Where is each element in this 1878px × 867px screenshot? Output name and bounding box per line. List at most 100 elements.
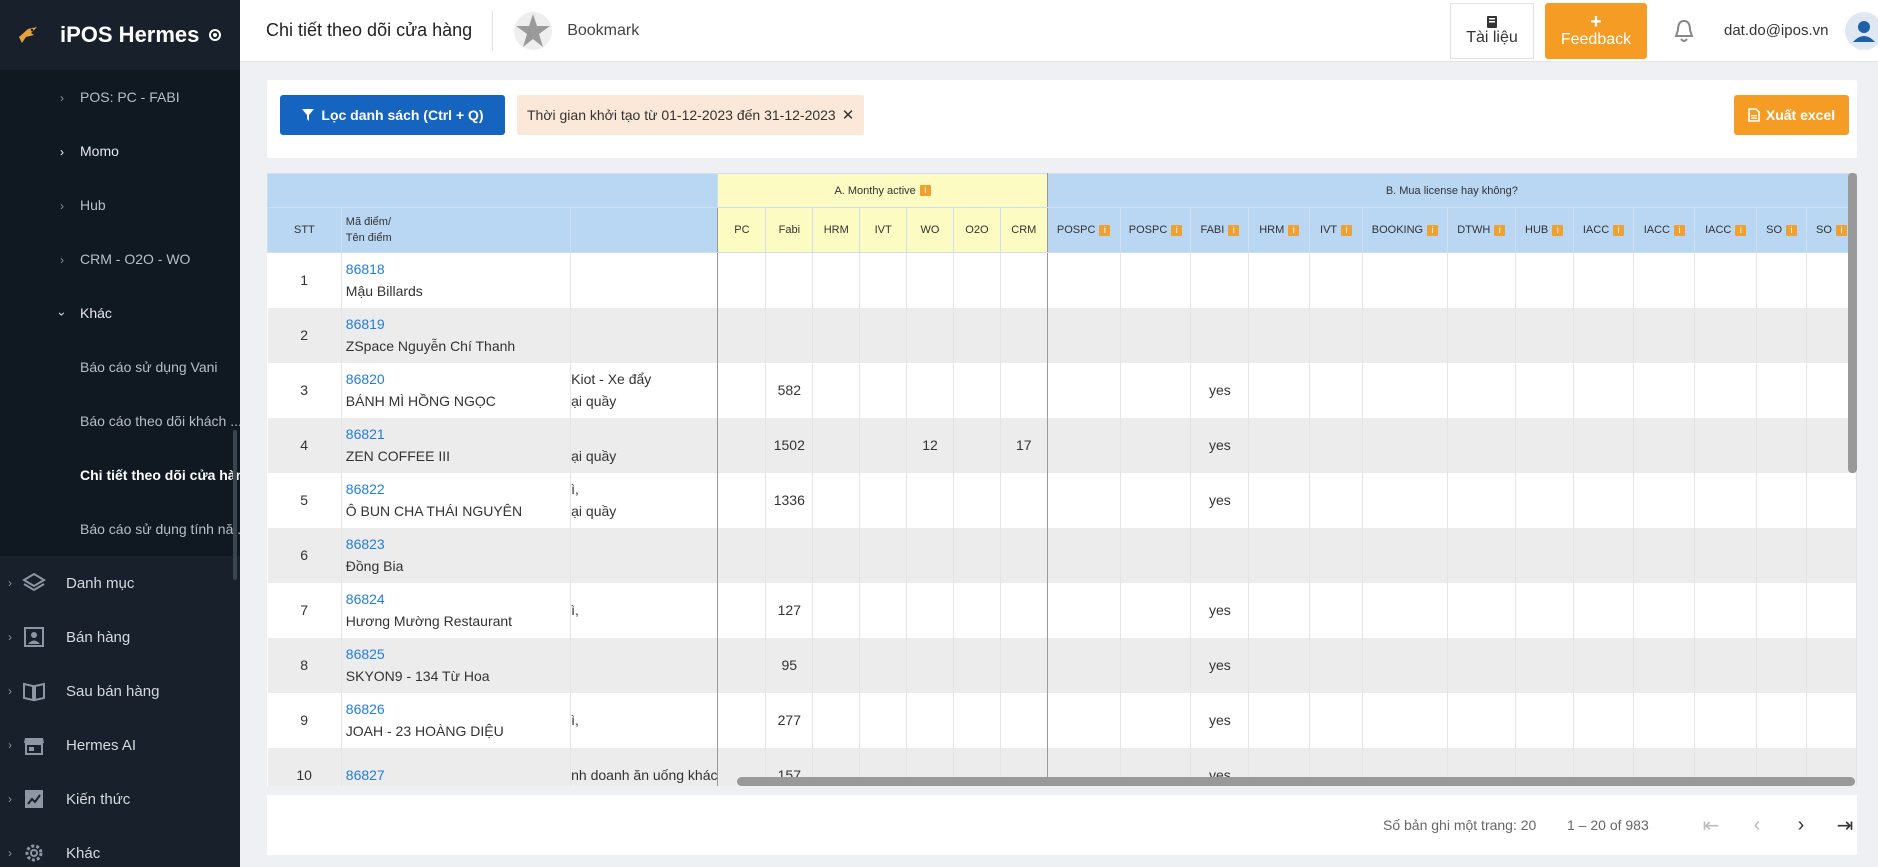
info-icon[interactable]: i	[1552, 224, 1564, 236]
sidebar-child-bao-cao-vani[interactable]: Báo cáo sử dụng Vani	[0, 340, 240, 394]
col-b-label: SO	[1766, 224, 1783, 236]
cell-b-license	[1756, 692, 1807, 748]
info-icon[interactable]: i	[1613, 224, 1625, 236]
prev-page-icon[interactable]: ‹	[1743, 811, 1771, 839]
cell-shop: 86822 Ô BUN CHA THÁI NGUYÊN	[341, 472, 572, 528]
table-row[interactable]: 9 86826 JOAH - 23 HOÀNG DIỆU ì, 277 yes	[267, 692, 1857, 748]
sidebar-item-khac[interactable]: › Khác	[0, 826, 240, 867]
shop-code-link[interactable]: 86824	[346, 591, 385, 607]
cell-a-pc	[717, 582, 767, 638]
info-icon[interactable]: i	[1494, 224, 1506, 236]
user-email[interactable]: dat.do@ipos.vn	[1724, 22, 1828, 39]
close-icon[interactable]: ✕	[842, 106, 855, 124]
cell-b-license	[1694, 307, 1758, 363]
sidebar-item-danh-muc[interactable]: › Danh mục	[0, 556, 240, 610]
table-row[interactable]: 3 86820 BÁNH MÌ HỒNG NGỌC Kiot - Xe đẩy ại q…	[267, 362, 1857, 418]
info-icon[interactable]: i	[1099, 224, 1111, 236]
sidebar-sub-momo[interactable]: › Momo	[0, 124, 240, 178]
last-page-icon[interactable]: ⇥	[1831, 811, 1859, 839]
info-icon[interactable]: i	[1674, 224, 1685, 236]
shop-code-link[interactable]: 86820	[346, 371, 385, 387]
shop-code-link[interactable]: 86826	[346, 701, 385, 717]
table-row[interactable]: 8 86825 SKYON9 - 134 Từ Hoa 95 yes	[267, 637, 1857, 693]
shop-code-link[interactable]: 86825	[346, 646, 385, 662]
sidebar-child-bao-cao-tinh-nang[interactable]: Báo cáo sử dụng tính nă...	[0, 502, 240, 556]
cell-b-license	[1756, 582, 1807, 638]
cell-b-license	[1515, 582, 1574, 638]
shop-code-link[interactable]: 86822	[346, 481, 385, 497]
info-icon[interactable]: i	[1288, 224, 1300, 236]
shop-code-link[interactable]: 86821	[346, 426, 385, 442]
bookmark-label[interactable]: Bookmark	[567, 22, 639, 40]
table-row[interactable]: 1 86818 Mậu Billards	[267, 252, 1857, 308]
bell-icon[interactable]	[1672, 18, 1696, 44]
cell-b-license	[1633, 307, 1696, 363]
next-page-icon[interactable]: ›	[1787, 811, 1815, 839]
avatar[interactable]	[1845, 12, 1878, 50]
cell-a-fabi	[765, 252, 814, 308]
table-row[interactable]: 6 86823 Đồng Bia	[267, 527, 1857, 583]
info-icon[interactable]: i	[1835, 224, 1847, 236]
cell-b-license	[1447, 582, 1516, 638]
star-icon[interactable]	[513, 11, 553, 51]
info-icon[interactable]: i	[919, 185, 931, 197]
vertical-scrollbar[interactable]	[1848, 173, 1857, 473]
shop-name: BÁNH MÌ HỒNG NGỌC	[345, 393, 496, 409]
first-page-icon[interactable]: ⇤	[1697, 811, 1725, 839]
docs-button[interactable]: Tài liệu	[1450, 3, 1534, 59]
sidebar-child-bao-cao-khach[interactable]: Báo cáo theo dõi khách ...	[0, 394, 240, 448]
radio-dot-icon[interactable]	[209, 29, 222, 41]
shop-name: ZSpace Nguyễn Chí Thanh	[345, 338, 516, 354]
shop-code-link[interactable]: 86823	[346, 536, 385, 552]
table-row[interactable]: 5 86822 Ô BUN CHA THÁI NGUYÊN ì, ại quầy 1336…	[267, 472, 1857, 528]
info-icon[interactable]: i	[1427, 224, 1439, 236]
cell-b-license	[1515, 692, 1574, 748]
sidebar-item-kien-thuc[interactable]: › Kiến thức	[0, 772, 240, 826]
cell-a-pc	[717, 527, 767, 583]
shop-code-link[interactable]: 86818	[346, 261, 385, 277]
page-title: Chi tiết theo dõi cửa hàng	[266, 20, 473, 40]
col-a-o2o: O2O	[952, 207, 1001, 253]
sidebar-sub-hub[interactable]: › Hub	[0, 178, 240, 232]
sidebar-sub-crm-o2o-wo[interactable]: › CRM - O2O - WO	[0, 232, 240, 286]
rows-per-page[interactable]: Số bản ghi một trang: 20	[1383, 817, 1536, 833]
cell-b-license	[1806, 472, 1857, 528]
info-icon[interactable]: i	[1735, 224, 1747, 236]
sidebar-item-ban-hang[interactable]: › Bán hàng	[0, 610, 240, 664]
horizontal-scrollbar[interactable]	[737, 777, 1855, 786]
cell-b-pospc-1	[1047, 362, 1121, 418]
table-row[interactable]: 2 86819 ZSpace Nguyễn Chí Thanh	[267, 307, 1857, 363]
sidebar-sub-pos-pc-fabi[interactable]: › POS: PC - FABI	[0, 70, 240, 124]
sidebar-item-sau-ban-hang[interactable]: › Sau bán hàng	[0, 664, 240, 718]
export-excel-button[interactable]: Xuất excel	[1734, 95, 1849, 135]
table-row[interactable]: 7 86824 Hương Mường Restaurant ì, 127 yes	[267, 582, 1857, 638]
col-b-dtwh: DTWH i	[1446, 207, 1516, 253]
info-icon[interactable]: i	[1228, 224, 1240, 236]
cell-type	[570, 252, 719, 308]
app-logo[interactable]: iPOS Hermes	[0, 0, 240, 70]
sidebar-scrollbar[interactable]	[233, 430, 237, 580]
col-shop-line2: Tên điểm	[345, 232, 392, 244]
cell-a-hrm	[812, 527, 861, 583]
feedback-button[interactable]: + Feedback	[1545, 3, 1647, 59]
cell-a-pc	[717, 472, 767, 528]
info-icon[interactable]: i	[1171, 224, 1183, 236]
info-icon[interactable]: i	[1786, 224, 1798, 236]
cell-stt: 6	[267, 527, 342, 583]
cell-b-fabi: yes	[1190, 637, 1250, 693]
info-icon[interactable]: i	[1341, 224, 1353, 236]
sidebar-sub-khac[interactable]: › Khác	[0, 286, 240, 340]
cell-b-pospc-2	[1120, 637, 1192, 693]
filter-list-button[interactable]: Lọc danh sách (Ctrl + Q)	[280, 95, 505, 135]
shop-code-link[interactable]: 86819	[346, 316, 385, 332]
table-row[interactable]: 4 86821 ZEN COFFEE III ại quầy 1502 12 17 yes	[267, 417, 1857, 473]
cell-stt: 3	[267, 362, 342, 418]
col-b-label: POSPC	[1128, 224, 1168, 236]
scroll-thumb[interactable]	[737, 777, 1855, 786]
cell-b-license	[1362, 692, 1448, 748]
sidebar-child-chi-tiet-cua-hang[interactable]: Chi tiết theo dõi cửa hàng	[0, 448, 240, 502]
cell-b-license	[1633, 582, 1696, 638]
sidebar-item-hermes-ai[interactable]: › Hermes AI	[0, 718, 240, 772]
chevron-right-icon: ›	[8, 738, 12, 752]
shop-code-link[interactable]: 86827	[346, 767, 385, 783]
